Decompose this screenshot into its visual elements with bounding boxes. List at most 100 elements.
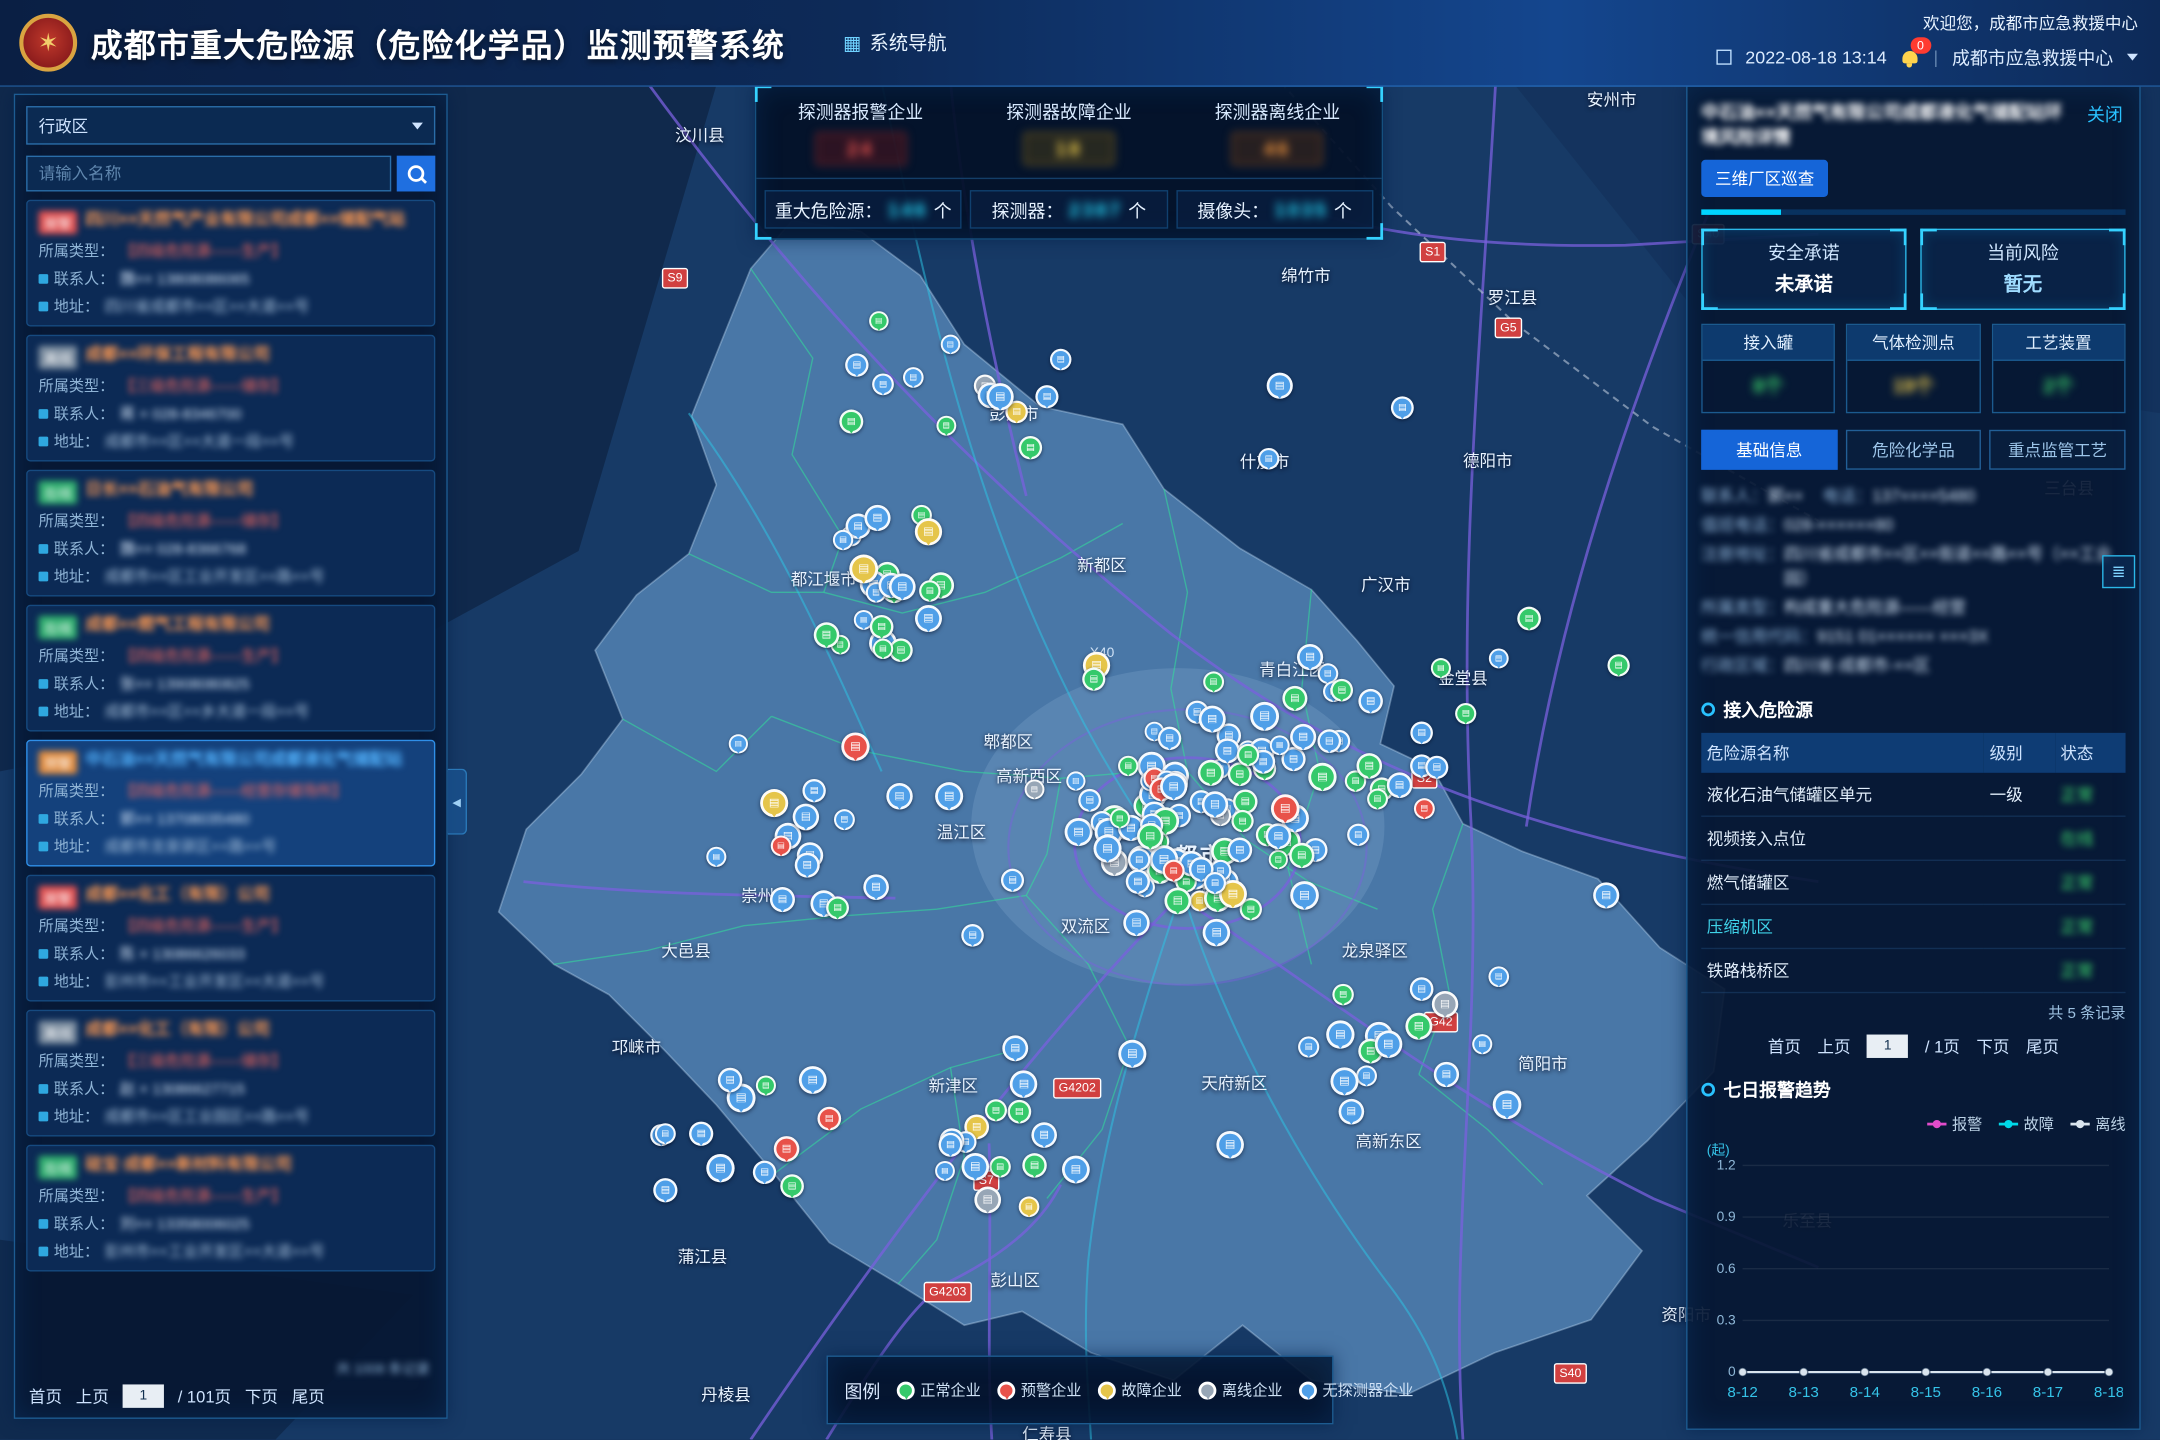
map-pin-blue[interactable]: ▤	[987, 382, 1014, 409]
map-pin-blue[interactable]: ▤	[752, 1160, 775, 1183]
pagination-next[interactable]: 下页	[245, 1384, 278, 1407]
map-pin-blue[interactable]: ▤	[832, 530, 852, 550]
hazard-table-row[interactable]: 压缩机区正常	[1701, 904, 2125, 948]
map-pin-blue[interactable]: ▤	[1266, 373, 1292, 399]
map-pin-green[interactable]: ▤	[1455, 703, 1476, 724]
map-pin-blue[interactable]: ▤	[1593, 882, 1619, 908]
page-input[interactable]	[1867, 1035, 1908, 1058]
map-pin-blue[interactable]: ▤	[961, 924, 984, 947]
map-pin-green[interactable]: ▤	[1330, 679, 1353, 702]
company-card[interactable]: 报警四川××天然气产业有限公司成都××储配气站所属类型：【四级危险源——生产】联…	[26, 200, 435, 327]
map-pin-blue[interactable]: ▤	[1289, 724, 1315, 750]
map-pin-blue[interactable]: ▤	[1050, 348, 1071, 369]
map-pin-blue[interactable]: ▤	[717, 1068, 742, 1093]
map-pin-blue[interactable]: ▤	[1269, 735, 1289, 755]
map-pin-blue[interactable]: ▤	[1493, 1090, 1522, 1119]
trend-legend-item[interactable]: 故障	[1999, 1113, 2054, 1135]
close-panel-button[interactable]: 关闭	[2087, 101, 2123, 127]
map-pin-green[interactable]: ▤	[1197, 760, 1223, 786]
hazard-name[interactable]: 视频接入点位	[1701, 816, 1984, 860]
map-pin-blue[interactable]: ▤	[1062, 1156, 1090, 1184]
map-pin-red[interactable]: ▤	[1414, 798, 1435, 819]
map-pin-blue[interactable]: ▤	[1002, 1035, 1028, 1061]
map-pin-blue[interactable]: ▤	[1410, 721, 1433, 744]
hazard-table-row[interactable]: 燃气储罐区正常	[1701, 860, 2125, 904]
hazard-name[interactable]: 压缩机区	[1701, 904, 1984, 948]
map-pin-blue[interactable]: ▤	[1359, 688, 1384, 713]
map-pin-blue[interactable]: ▤	[1374, 1030, 1402, 1058]
trend-legend-item[interactable]: 报警	[1927, 1113, 1982, 1135]
search-button[interactable]	[397, 156, 436, 192]
map-pin-blue[interactable]: ▤	[1066, 772, 1085, 791]
pagination-first[interactable]: 首页	[29, 1384, 62, 1407]
map-pin-blue[interactable]: ▤	[1000, 869, 1023, 892]
map-pin-green[interactable]: ▤	[1356, 753, 1382, 779]
map-pin-green[interactable]: ▤	[756, 1075, 776, 1095]
hazard-name[interactable]: 铁路栈桥区	[1701, 949, 1984, 993]
map-pin-blue[interactable]: ▤	[1078, 789, 1101, 812]
left-panel-collapse-button[interactable]: ◀	[448, 769, 467, 835]
tab-重点监管工艺[interactable]: 重点监管工艺	[1990, 430, 2126, 470]
map-pin-green[interactable]: ▤	[1431, 658, 1451, 678]
map-pin-red[interactable]: ▤	[1163, 859, 1185, 881]
map-pin-green[interactable]: ▤	[989, 1155, 1010, 1176]
map-pin-green[interactable]: ▤	[936, 416, 956, 436]
hazard-table-row[interactable]: 视频接入点位在线	[1701, 816, 2125, 860]
map-pin-blue[interactable]: ▤	[1472, 1034, 1492, 1054]
map-pin-blue[interactable]: ▤	[872, 373, 894, 395]
company-card[interactable]: 离线成都××化工（有限）公司所属类型：【三级危险源——储存】联系人：赵 × 13…	[26, 1010, 435, 1137]
map-pin-blue[interactable]: ▤	[1199, 705, 1226, 732]
map-pin-blue[interactable]: ▤	[1035, 385, 1058, 408]
company-card[interactable]: 在线日长××石油气有限公司所属类型：【四级危险源——储存】联系人：魏×× 028…	[26, 470, 435, 597]
company-card[interactable]: 预警中石油××天然气有限公司成都液化气储配站所属类型：【四级危险源——经营存储场…	[26, 740, 435, 867]
map-pin-blue[interactable]: ▤	[1326, 1021, 1354, 1049]
map-pin-green[interactable]: ▤	[1019, 436, 1042, 459]
map-pin-blue[interactable]: ▤	[706, 1153, 734, 1181]
map-pin-blue[interactable]: ▤	[770, 887, 795, 912]
pagination-next[interactable]: 下页	[1976, 1035, 2009, 1058]
company-card[interactable]: 在线硅宝·成都××新材料有限公司所属类型：【四级危险源——生产】联系人：刘×× …	[26, 1145, 435, 1272]
company-card[interactable]: 离线成都××环保工程有限公司所属类型：【三级危险源——储存】联系人：蒋 × 02…	[26, 335, 435, 462]
map-pin-blue[interactable]: ▤	[938, 1132, 962, 1156]
hazard-table-row[interactable]: 液化石油气储罐区单元一级正常	[1701, 773, 2125, 816]
fullscreen-icon[interactable]	[1716, 50, 1731, 65]
map-pin-green[interactable]: ▤	[1007, 1100, 1031, 1124]
hazard-table-row[interactable]: 铁路栈桥区正常	[1701, 949, 2125, 993]
map-pin-blue[interactable]: ▤	[798, 1066, 826, 1094]
map-pin-blue[interactable]: ▤	[1250, 701, 1279, 730]
pagination-prev[interactable]: 上页	[76, 1384, 109, 1407]
map-pin-green[interactable]: ▤	[1236, 743, 1258, 765]
map-pin-blue[interactable]: ▤	[1489, 648, 1509, 668]
map-pin-green[interactable]: ▤	[1289, 842, 1314, 867]
map-pin-blue[interactable]: ▤	[961, 1153, 989, 1181]
map-pin-blue[interactable]: ▤	[889, 573, 916, 600]
pagination-prev[interactable]: 上页	[1817, 1035, 1850, 1058]
map-pin-blue[interactable]: ▤	[845, 353, 868, 376]
map-pin-red[interactable]: ▤	[841, 732, 869, 760]
map-pin-blue[interactable]: ▤	[1433, 1062, 1458, 1087]
hazard-name[interactable]: 燃气储罐区	[1701, 860, 1984, 904]
company-card[interactable]: 报警成都××化工（有限）公司所属类型：【四级危险源——生产】联系人：陈 × 13…	[26, 875, 435, 1002]
map-pin-green[interactable]: ▤	[1367, 788, 1388, 809]
map-pin-yellow[interactable]: ▤	[1018, 1196, 1039, 1217]
district-select[interactable]: 行政区	[26, 106, 435, 145]
trend-legend-item[interactable]: 离线	[2070, 1113, 2125, 1135]
notification-bell-button[interactable]: 0	[1900, 48, 1919, 67]
map-pin-blue[interactable]: ▤	[1031, 1123, 1057, 1149]
map-pin-blue[interactable]: ▤	[1330, 1067, 1358, 1095]
tab-基础信息[interactable]: 基础信息	[1701, 430, 1837, 470]
map-pin-gray[interactable]: ▤	[1024, 780, 1044, 800]
map-pin-green[interactable]: ▤	[1082, 667, 1105, 690]
map-pin-blue[interactable]: ▤	[935, 782, 963, 810]
pagination-last[interactable]: 尾页	[2026, 1035, 2059, 1058]
map-pin-blue[interactable]: ▤	[653, 1178, 677, 1202]
user-center-dropdown[interactable]: 成都市应急救援中心	[1952, 44, 2113, 70]
search-input[interactable]	[26, 156, 391, 192]
map-pin-green[interactable]: ▤	[873, 638, 893, 658]
map-pin-blue[interactable]: ▤	[689, 1121, 713, 1145]
map-pin-green[interactable]: ▤	[1308, 763, 1336, 791]
panel-toggle-button[interactable]: ≣	[2102, 555, 2135, 588]
system-nav-button[interactable]: ▦ 系统导航	[843, 29, 947, 57]
map-pin-blue[interactable]: ▤	[1410, 977, 1434, 1001]
map-pin-blue[interactable]: ▤	[1355, 1065, 1376, 1086]
